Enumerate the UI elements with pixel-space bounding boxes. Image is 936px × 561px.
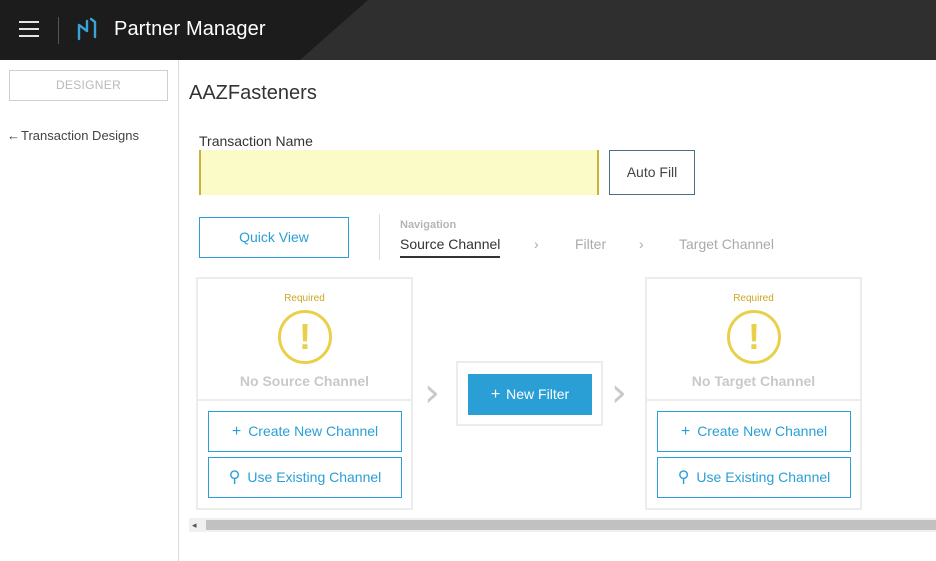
hamburger-icon[interactable] — [19, 21, 39, 39]
back-arrow-icon: ← — [7, 128, 20, 143]
page-title: AAZFasteners — [189, 82, 317, 104]
flow-chevron-right-icon: › — [424, 370, 440, 416]
source-channel-panel: Required ! No Source Channel + Create New… — [196, 277, 413, 510]
required-label: Required — [733, 293, 774, 304]
transaction-name-label: Transaction Name — [199, 133, 313, 149]
create-channel-label: Create New Channel — [697, 423, 828, 439]
top-bar-slant — [300, 0, 368, 60]
no-source-channel-text: No Source Channel — [239, 373, 370, 389]
horizontal-scrollbar[interactable]: ◂ — [189, 518, 936, 532]
plus-icon: + — [231, 423, 242, 440]
new-filter-button[interactable]: + New Filter — [468, 374, 592, 415]
warning-icon: ! — [278, 310, 332, 364]
panel-divider — [647, 399, 860, 401]
top-bar: Partner Manager — [0, 0, 936, 60]
no-target-channel-text: No Target Channel — [691, 373, 816, 389]
filter-box: + New Filter — [456, 361, 603, 426]
navigation-heading: Navigation — [400, 219, 457, 231]
sidebar: DESIGNER ←Transaction Designs — [0, 60, 179, 561]
required-label: Required — [284, 293, 325, 304]
auto-fill-button[interactable]: Auto Fill — [609, 150, 695, 195]
use-existing-label: Use Existing Channel — [696, 469, 831, 485]
use-existing-target-channel-button[interactable]: ⚲ Use Existing Channel — [657, 457, 851, 498]
nav-step-source-channel[interactable]: Source Channel — [400, 236, 501, 258]
scrollbar-thumb[interactable] — [206, 520, 936, 530]
navigation-divider — [379, 214, 380, 260]
nav-step-target-channel[interactable]: Target Channel — [679, 236, 774, 252]
flow-chevron-right-icon: › — [611, 370, 627, 416]
use-existing-source-channel-button[interactable]: ⚲ Use Existing Channel — [208, 457, 402, 498]
app-title: Partner Manager — [114, 18, 266, 40]
create-channel-label: Create New Channel — [248, 423, 379, 439]
quick-view-button[interactable]: Quick View — [199, 217, 349, 258]
transaction-name-input[interactable] — [199, 150, 599, 195]
back-link-label: Transaction Designs — [21, 128, 140, 143]
use-existing-label: Use Existing Channel — [247, 469, 382, 485]
partner-manager-logo-icon — [77, 17, 97, 41]
plus-icon: + — [680, 423, 691, 440]
plus-icon: + — [490, 386, 501, 403]
warning-icon: ! — [727, 310, 781, 364]
create-new-target-channel-button[interactable]: + Create New Channel — [657, 411, 851, 452]
back-to-transaction-designs-link[interactable]: ←Transaction Designs — [7, 128, 139, 143]
search-icon: ⚲ — [677, 469, 690, 486]
new-filter-label: New Filter — [506, 386, 570, 402]
search-icon: ⚲ — [228, 469, 241, 486]
panel-divider — [198, 399, 411, 401]
nav-step-filter[interactable]: Filter — [575, 236, 606, 252]
header-divider — [58, 17, 59, 44]
create-new-source-channel-button[interactable]: + Create New Channel — [208, 411, 402, 452]
target-channel-panel: Required ! No Target Channel + Create New… — [645, 277, 862, 510]
designer-button[interactable]: DESIGNER — [9, 70, 168, 101]
scroll-left-icon[interactable]: ◂ — [192, 520, 197, 531]
nav-chevron-right-icon: › — [534, 236, 539, 252]
nav-chevron-right-icon: › — [639, 236, 644, 252]
